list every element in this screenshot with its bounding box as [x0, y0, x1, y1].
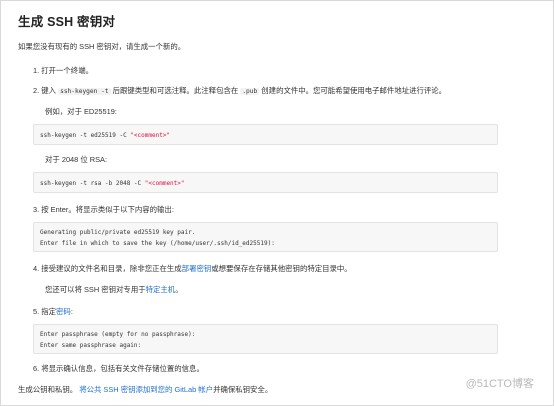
step-number: 1. [33, 66, 40, 75]
step-number: 4. [33, 264, 40, 273]
code-command: ssh-keygen -t rsa -b 2048 -C [40, 180, 145, 187]
step-4: 4. 接受建议的文件名和目录，除非您正在生成部署密钥或想要保存在存储其他密钥的特… [33, 264, 352, 275]
inline-code-pub: .pub [240, 88, 260, 95]
code-block-ed25519[interactable]: ssh-keygen -t ed25519 -C "<comment>" [33, 124, 498, 145]
step-text: 指定 [41, 307, 57, 316]
step-text: 按 Enter。将显示类似于以下内容的输出: [41, 205, 174, 214]
example-rsa-label: 对于 2048 位 RSA: [45, 155, 108, 164]
code-line: Enter passphrase (empty for no passphras… [40, 331, 196, 338]
step-2: 2. 键入 ssh-keygen -t 后跟键类型和可选注释。此注释包含在 .p… [33, 86, 446, 97]
code-line: Generating public/private ed25519 key pa… [40, 229, 196, 236]
step-number: 5. [33, 307, 40, 316]
step-6: 6. 将显示确认信息，包括有关文件存储位置的信息。 [33, 364, 204, 375]
link-specific-host[interactable]: 特定主机 [146, 285, 176, 294]
step-number: 6. [33, 364, 40, 373]
step-text: 打开一个终端。 [41, 66, 93, 75]
link-add-ssh-key[interactable]: 将公共 SSH 密钥添加到您的 GitLab 帐户 [79, 385, 213, 394]
inline-code-ssh-keygen: ssh-keygen -t [58, 88, 111, 95]
outro-tail: 并确保私钥安全。 [213, 385, 273, 394]
step-text: 接受建议的文件名和目录，除非您正在生成 [41, 264, 182, 273]
watermark: @51CTO博客 [465, 378, 534, 390]
outro-lead: 生成公钥和私钥。 [18, 385, 78, 394]
note-text: 。 [175, 285, 183, 294]
code-line: Enter same passphrase again: [40, 342, 142, 349]
step-text: 键入 [41, 86, 57, 95]
example-ed25519-label: 例如，对于 ED25519: [45, 107, 117, 116]
code-string: "<comment>" [144, 180, 185, 187]
step-1: 1. 打开一个终端。 [33, 66, 93, 77]
outro-text: 生成公钥和私钥。 将公共 SSH 密钥添加到您的 GitLab 帐户并确保私钥安… [18, 385, 272, 396]
code-line: Enter file in which to save the key (/ho… [40, 240, 275, 247]
step-text: 将显示确认信息，包括有关文件存储位置的信息。 [41, 364, 204, 373]
code-block-passphrase[interactable]: Enter passphrase (empty for no passphras… [33, 324, 498, 354]
note-text: 您还可以将 SSH 密钥对专用于 [45, 285, 146, 294]
page-title: 生成 SSH 密钥对 [18, 15, 116, 29]
code-command: ssh-keygen -t ed25519 -C [40, 132, 131, 139]
step-4-note: 您还可以将 SSH 密钥对专用于特定主机。 [45, 285, 183, 296]
step-text: : [70, 307, 73, 316]
step-5: 5. 指定密码: [33, 307, 73, 318]
step-text: 或想要保存在存储其他密钥的特定目录中。 [211, 264, 352, 273]
step-text: 创建的文件中。您可能希望使用电子邮件地址进行评论。 [261, 86, 447, 95]
link-deploy-key[interactable]: 部署密钥 [182, 264, 212, 273]
link-passphrase[interactable]: 密码 [56, 307, 71, 316]
code-block-output-keygen[interactable]: Generating public/private ed25519 key pa… [33, 222, 498, 252]
code-string: "<comment>" [130, 132, 171, 139]
code-block-rsa[interactable]: ssh-keygen -t rsa -b 2048 -C "<comment>" [33, 172, 498, 193]
step-number: 2. [33, 86, 40, 95]
step-text: 后跟键类型和可选注释。此注释包含在 [112, 86, 239, 95]
step-number: 3. [33, 205, 40, 214]
intro-text: 如果您没有现有的 SSH 密钥对，请生成一个新的。 [18, 42, 186, 51]
step-3: 3. 按 Enter。将显示类似于以下内容的输出: [33, 205, 174, 216]
